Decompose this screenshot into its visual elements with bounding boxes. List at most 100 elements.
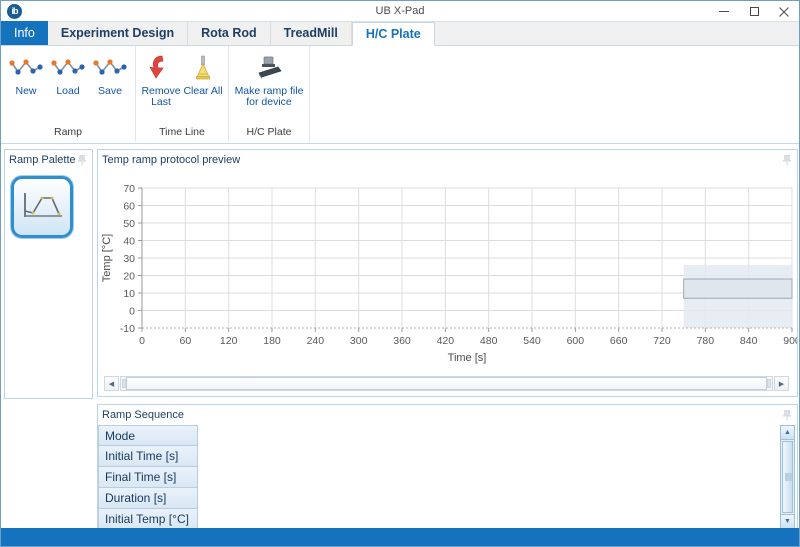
- svg-text:540: 540: [523, 335, 541, 347]
- svg-text:420: 420: [437, 335, 455, 347]
- pin-icon[interactable]: [781, 409, 793, 422]
- scroll-left-arrow-icon[interactable]: ◀: [104, 376, 119, 391]
- temp-ramp-chart[interactable]: -10 0 10 20 30 40 50 60 70 0 60 120 180 240 300 360 420 4…: [98, 170, 799, 372]
- svg-text:60: 60: [179, 335, 191, 347]
- chart-panel-header: Temp ramp protocol preview: [98, 150, 797, 170]
- selection-box: [683, 278, 793, 299]
- chart-horizontal-scrollbar[interactable]: ◀ ▶: [104, 375, 789, 392]
- close-button[interactable]: [769, 1, 799, 22]
- svg-text:Time [s]: Time [s]: [448, 352, 487, 364]
- device-export-icon: [254, 52, 284, 84]
- row-header-duration[interactable]: Duration [s]: [98, 488, 198, 509]
- svg-text:120: 120: [220, 335, 238, 347]
- ribbon-group-hc-plate-label: H/C Plate: [246, 126, 292, 138]
- svg-text:180: 180: [263, 335, 281, 347]
- svg-text:900: 900: [783, 335, 797, 347]
- status-bar: [1, 528, 799, 546]
- svg-text:40: 40: [123, 236, 135, 248]
- broom-icon: [190, 52, 216, 84]
- tab-bar: Info Experiment Design Rota Rod TreadMil…: [1, 21, 799, 46]
- svg-text:600: 600: [567, 335, 585, 347]
- ribbon-group-ramp-label: Ramp: [53, 126, 82, 138]
- svg-text:660: 660: [610, 335, 628, 347]
- ramp-curve-icon: [51, 52, 85, 84]
- tab-rota-rod[interactable]: Rota Rod: [188, 21, 271, 45]
- minimize-button[interactable]: [709, 1, 739, 22]
- remove-last-button[interactable]: Remove Last: [140, 50, 182, 108]
- temp-ramp-preview-panel: Temp ramp protocol preview -10 0 10 20 30 40 5…: [97, 149, 799, 397]
- ribbon-group-hc-plate: Make ramp file for device H/C Plate: [229, 46, 310, 142]
- ribbon-group-time-line: Remove Last Clear All Time Line: [136, 46, 229, 142]
- ramp-sequence-panel: Ramp Sequence Mode Initial Time [s] Fina…: [97, 404, 798, 533]
- clear-all-label: Clear All: [183, 85, 223, 97]
- ramp-palette-body: [5, 170, 92, 244]
- svg-text:20: 20: [123, 271, 135, 283]
- svg-text:10: 10: [123, 288, 135, 300]
- ramp-palette-title: Ramp Palette: [9, 154, 76, 166]
- pin-icon[interactable]: [781, 154, 793, 167]
- tab-info[interactable]: Info: [1, 21, 48, 45]
- svg-text:360: 360: [393, 335, 411, 347]
- ramp-sequence-header: Ramp Sequence: [98, 405, 797, 425]
- tab-hc-plate[interactable]: H/C Plate: [351, 22, 435, 46]
- maximize-button[interactable]: [739, 1, 769, 22]
- vscroll-track[interactable]: [780, 440, 795, 514]
- svg-text:70: 70: [123, 183, 135, 195]
- svg-text:50: 50: [123, 218, 135, 230]
- chart-title: Temp ramp protocol preview: [102, 154, 241, 166]
- undo-arrow-icon: [148, 52, 174, 84]
- row-header-initial-temp[interactable]: Initial Temp [°C]: [98, 509, 198, 530]
- maximize-icon: [749, 7, 759, 16]
- clear-all-button[interactable]: Clear All: [182, 50, 224, 97]
- row-header-initial-time[interactable]: Initial Time [s]: [98, 446, 198, 467]
- tab-experiment-design[interactable]: Experiment Design: [48, 21, 189, 45]
- chart-plot-area[interactable]: -10 0 10 20 30 40 50 60 70 0 60 120 180 240 300 360 420 4…: [98, 170, 799, 372]
- application-window: ib UB X-Pad Info Experiment Design Rota …: [0, 0, 800, 547]
- svg-text:0: 0: [139, 335, 145, 347]
- load-ramp-label: Load: [56, 85, 80, 97]
- row-header-mode[interactable]: Mode: [98, 425, 198, 446]
- svg-text:780: 780: [697, 335, 715, 347]
- make-ramp-file-label: Make ramp file for device: [234, 85, 304, 108]
- new-ramp-button[interactable]: New: [5, 50, 47, 97]
- scroll-right-arrow-icon[interactable]: ▶: [774, 376, 789, 391]
- pin-icon[interactable]: [76, 154, 88, 167]
- scroll-track[interactable]: [120, 376, 773, 391]
- scroll-up-arrow-icon[interactable]: ▲: [780, 425, 795, 440]
- svg-text:840: 840: [740, 335, 758, 347]
- ribbon-group-time-line-label: Time Line: [159, 126, 205, 138]
- scroll-down-arrow-icon[interactable]: ▼: [780, 514, 795, 529]
- svg-text:30: 30: [123, 253, 135, 265]
- minimize-icon: [719, 11, 729, 12]
- ribbon-toolbar: New Load Save Ramp Remove Last Clear All…: [1, 46, 799, 144]
- ramp-sequence-title: Ramp Sequence: [102, 409, 184, 421]
- svg-text:0: 0: [129, 306, 135, 318]
- save-ramp-button[interactable]: Save: [89, 50, 131, 97]
- new-ramp-label: New: [15, 85, 37, 97]
- vscroll-thumb[interactable]: [782, 441, 793, 513]
- row-header-final-time[interactable]: Final Time [s]: [98, 467, 198, 488]
- ramp-curve-icon: [93, 52, 127, 84]
- window-controls: [709, 1, 799, 22]
- title-bar: ib UB X-Pad: [1, 1, 799, 22]
- ribbon-group-ramp: New Load Save Ramp: [1, 46, 136, 142]
- load-ramp-button[interactable]: Load: [47, 50, 89, 97]
- tab-treadmill[interactable]: TreadMill: [271, 21, 352, 45]
- sequence-vertical-scrollbar[interactable]: ▲ ▼: [780, 425, 795, 529]
- svg-text:300: 300: [350, 335, 368, 347]
- close-icon: [779, 6, 789, 17]
- svg-text:-10: -10: [120, 323, 135, 335]
- make-ramp-file-button[interactable]: Make ramp file for device: [233, 50, 305, 108]
- ramp-sequence-grid: Mode Initial Time [s] Final Time [s] Dur…: [98, 425, 797, 530]
- svg-text:480: 480: [480, 335, 498, 347]
- window-title: UB X-Pad: [375, 5, 425, 17]
- ramp-palette-panel: Ramp Palette: [4, 149, 93, 399]
- svg-text:720: 720: [653, 335, 671, 347]
- remove-last-label: Remove Last: [141, 85, 181, 108]
- ramp-curve-icon: [9, 52, 43, 84]
- scroll-thumb[interactable]: [126, 377, 767, 390]
- svg-text:240: 240: [307, 335, 325, 347]
- scroll-grip-right: [767, 379, 771, 388]
- svg-text:60: 60: [123, 201, 135, 213]
- ramp-profile-thumbnail[interactable]: [11, 176, 73, 238]
